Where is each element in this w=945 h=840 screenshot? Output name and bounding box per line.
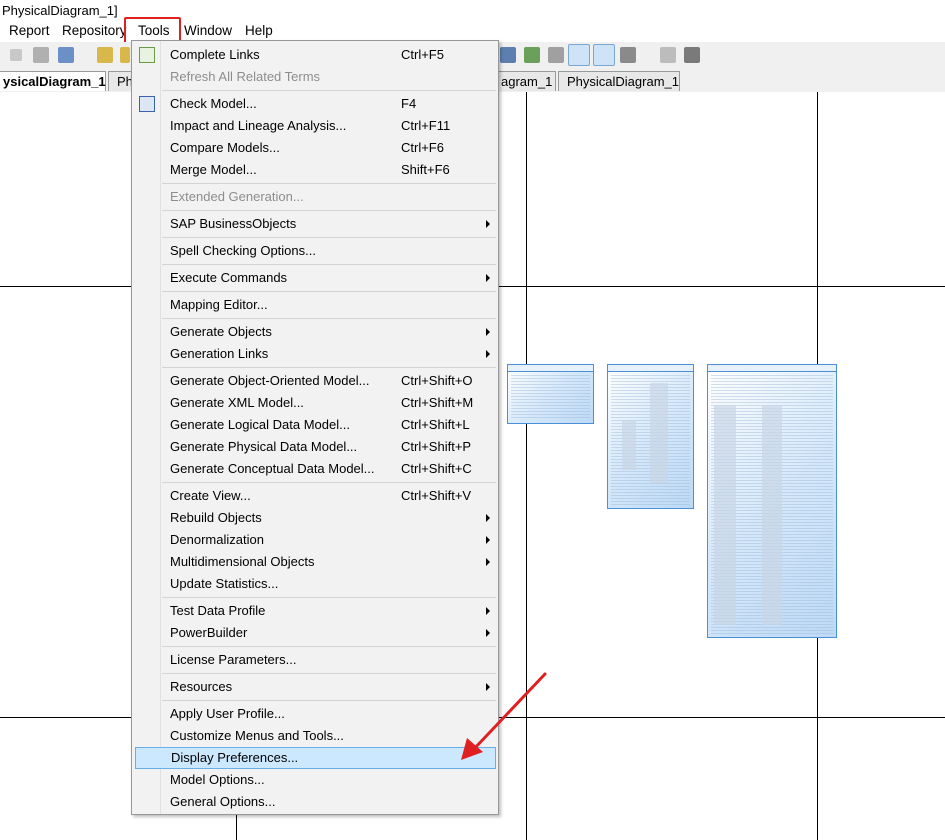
- menu-item-general-options[interactable]: General Options...: [134, 791, 496, 813]
- menu-separator: [162, 646, 496, 647]
- menu-item-denormalization[interactable]: Denormalization: [134, 529, 496, 551]
- menu-separator: [162, 291, 496, 292]
- menu-separator: [162, 264, 496, 265]
- menu-separator: [162, 367, 496, 368]
- table-entity-header: [608, 365, 693, 372]
- menu-help[interactable]: Help: [245, 23, 273, 38]
- menu-item-check-model[interactable]: Check Model... F4: [134, 93, 496, 115]
- menu-report[interactable]: Report: [9, 23, 50, 38]
- blurred-region: [714, 405, 736, 625]
- menu-item-multidimensional[interactable]: Multidimensional Objects: [134, 551, 496, 573]
- menu-item-spell-checking[interactable]: Spell Checking Options...: [134, 240, 496, 262]
- menu-separator: [162, 673, 496, 674]
- blurred-region: [762, 405, 782, 625]
- menu-item-powerbuilder[interactable]: PowerBuilder: [134, 622, 496, 644]
- package2-icon[interactable]: [120, 47, 130, 63]
- menu-item-refresh-terms[interactable]: Refresh All Related Terms: [134, 66, 496, 88]
- redo-icon[interactable]: [10, 49, 22, 61]
- menu-item-rebuild-objects[interactable]: Rebuild Objects: [134, 507, 496, 529]
- menu-item-compare-models[interactable]: Compare Models... Ctrl+F6: [134, 137, 496, 159]
- annotation-arrow-icon: [461, 672, 547, 760]
- print-icon[interactable]: [684, 47, 700, 63]
- properties-icon[interactable]: [33, 47, 49, 63]
- menu-item-generation-links[interactable]: Generation Links: [134, 343, 496, 365]
- submenu-arrow-icon: [486, 536, 490, 544]
- submenu-arrow-icon: [486, 558, 490, 566]
- table-entity-columns: [511, 375, 590, 420]
- submenu-arrow-icon: [486, 220, 490, 228]
- submenu-arrow-icon: [486, 274, 490, 282]
- menu-separator: [162, 482, 496, 483]
- menu-separator: [162, 183, 496, 184]
- menu-separator: [162, 210, 496, 211]
- menu-item-generate-xml[interactable]: Generate XML Model... Ctrl+Shift+M: [134, 392, 496, 414]
- menu-separator: [162, 318, 496, 319]
- table-entity-header: [508, 365, 593, 372]
- blurred-region: [622, 420, 636, 470]
- menu-item-generate-objects[interactable]: Generate Objects: [134, 321, 496, 343]
- reference-icon[interactable]: [524, 47, 540, 63]
- menu-item-execute-commands[interactable]: Execute Commands: [134, 267, 496, 289]
- menu-item-test-data-profile[interactable]: Test Data Profile: [134, 600, 496, 622]
- menu-item-impact-lineage[interactable]: Impact and Lineage Analysis... Ctrl+F11: [134, 115, 496, 137]
- table-icon[interactable]: [500, 47, 516, 63]
- menu-item-generate-oom[interactable]: Generate Object-Oriented Model... Ctrl+S…: [134, 370, 496, 392]
- list-icon[interactable]: [620, 47, 636, 63]
- submenu-arrow-icon: [486, 328, 490, 336]
- blurred-region: [650, 383, 668, 483]
- submenu-arrow-icon: [486, 514, 490, 522]
- menu-item-resources[interactable]: Resources: [134, 676, 496, 698]
- note-icon[interactable]: [593, 44, 615, 66]
- menu-window[interactable]: Window: [184, 23, 232, 38]
- check-model-icon: [139, 96, 155, 112]
- complete-links-icon: [139, 47, 155, 63]
- table-entity[interactable]: [707, 364, 837, 638]
- table-entity-header: [708, 365, 836, 372]
- menu-item-license-parameters[interactable]: License Parameters...: [134, 649, 496, 671]
- view-icon[interactable]: [548, 47, 564, 63]
- menu-item-sap-businessobjects[interactable]: SAP BusinessObjects: [134, 213, 496, 235]
- menu-separator: [162, 237, 496, 238]
- menu-separator: [162, 597, 496, 598]
- submenu-arrow-icon: [486, 607, 490, 615]
- menu-item-mapping-editor[interactable]: Mapping Editor...: [134, 294, 496, 316]
- menu-item-generate-pdm[interactable]: Generate Physical Data Model... Ctrl+Shi…: [134, 436, 496, 458]
- menu-separator: [162, 700, 496, 701]
- menu-item-customize-menus[interactable]: Customize Menus and Tools...: [134, 725, 496, 747]
- menu-item-generate-cdm[interactable]: Generate Conceptual Data Model... Ctrl+S…: [134, 458, 496, 480]
- menu-item-generate-ldm[interactable]: Generate Logical Data Model... Ctrl+Shif…: [134, 414, 496, 436]
- menu-item-complete-links[interactable]: Complete Links Ctrl+F5: [134, 44, 496, 66]
- window-title: PhysicalDiagram_1]: [2, 3, 118, 18]
- menu-item-update-statistics[interactable]: Update Statistics...: [134, 573, 496, 595]
- menu-item-apply-user-profile[interactable]: Apply User Profile...: [134, 703, 496, 725]
- menu-separator: [162, 90, 496, 91]
- menu-repository[interactable]: Repository: [62, 23, 127, 38]
- submenu-arrow-icon: [486, 350, 490, 358]
- table-entity[interactable]: [607, 364, 694, 509]
- tools-dropdown-menu: Complete Links Ctrl+F5 Refresh All Relat…: [131, 40, 499, 815]
- submenu-arrow-icon: [486, 629, 490, 637]
- tab-physical-diagram[interactable]: PhysicalDiagram_1: [558, 71, 680, 91]
- menu-item-extended-generation[interactable]: Extended Generation...: [134, 186, 496, 208]
- menu-item-create-view[interactable]: Create View... Ctrl+Shift+V: [134, 485, 496, 507]
- menu-item-merge-model[interactable]: Merge Model... Shift+F6: [134, 159, 496, 181]
- tab-physical-diagram-active[interactable]: ysicalDiagram_1: [0, 71, 106, 91]
- settings-icon[interactable]: [58, 47, 74, 63]
- menu-item-display-preferences[interactable]: Display Preferences...: [135, 747, 496, 769]
- print-preview-icon[interactable]: [660, 47, 676, 63]
- zoom-preview-icon[interactable]: [568, 44, 590, 66]
- tab-agram[interactable]: agram_1: [492, 71, 556, 91]
- package-icon[interactable]: [97, 47, 113, 63]
- table-entity[interactable]: [507, 364, 594, 424]
- menu-item-model-options[interactable]: Model Options...: [134, 769, 496, 791]
